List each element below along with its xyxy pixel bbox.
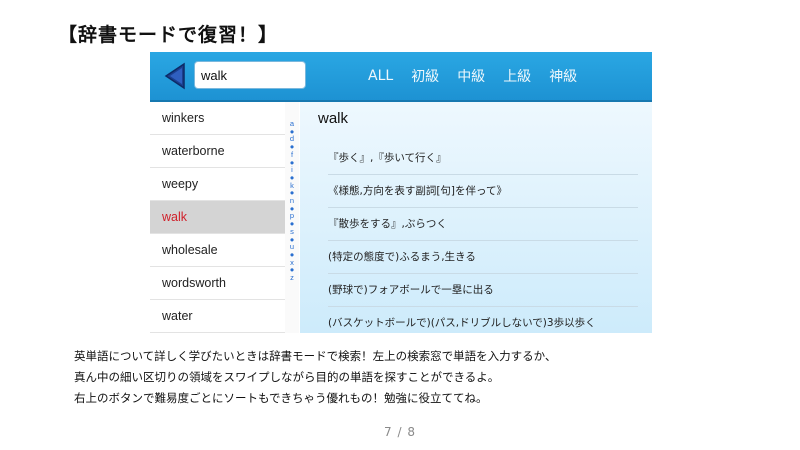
level-tabs: ALL 初級 中級 上級 神級 (368, 52, 577, 100)
word-list-item[interactable]: winkers (150, 102, 285, 135)
entry-title: walk (318, 110, 349, 127)
caption-line: 真ん中の細い区切りの領域をスワイプしながら目的の単語を探すことができるよ。 (74, 370, 500, 384)
back-button[interactable] (162, 62, 188, 90)
definition-item: (特定の態度で)ふるまう,生きる (328, 241, 638, 274)
definition-item: 『歩く』,『歩いて行く』 (328, 142, 638, 175)
word-list-item[interactable]: wholesale (150, 234, 285, 267)
definition-item: (バスケットボールで)(パス,ドリブルしないで)3歩以歩く (328, 307, 638, 333)
caption-line: 右上のボタンで難易度ごとにソートもできちゃう優れもの！勉強に役立ててね。 (74, 391, 488, 405)
back-arrow-icon (164, 62, 185, 90)
tab-beginner[interactable]: 初級 (411, 66, 439, 86)
top-bar: ALL 初級 中級 上級 神級 (150, 52, 652, 102)
dictionary-app-screenshot: ALL 初級 中級 上級 神級 winkers waterborne weepy… (150, 52, 652, 333)
word-list-item-selected[interactable]: walk (150, 201, 285, 234)
word-list-item[interactable]: weepy (150, 168, 285, 201)
alphabet-index-strip[interactable]: a ● d ● f ● i ● k ● n ● p ● s ● u ● x ● … (285, 102, 299, 333)
page-heading: 【辞書モードで復習！】 (58, 24, 279, 46)
search-input[interactable] (194, 61, 306, 89)
caption-line: 英単語について詳しく学びたいときは辞書モードで検索！左上の検索窓で単語を入力する… (74, 349, 557, 363)
definition-panel: walk 『歩く』,『歩いて行く』 《様態,方向を表す副詞[句]を伴って》 『散… (300, 102, 652, 333)
word-list: winkers waterborne weepy walk wholesale … (150, 102, 286, 333)
tab-advanced[interactable]: 上級 (503, 66, 531, 86)
page-number: 7 / 8 (384, 425, 416, 439)
definition-item: 『散歩をする』,ぶらつく (328, 208, 638, 241)
word-list-item[interactable]: wordsworth (150, 267, 285, 300)
tab-god-level[interactable]: 神級 (549, 66, 577, 86)
word-list-item[interactable]: water (150, 300, 285, 333)
caption-text: 英単語について詳しく学びたいときは辞書モードで検索！左上の検索窓で単語を入力する… (74, 346, 556, 409)
tab-all[interactable]: ALL (368, 68, 393, 84)
definition-item: 《様態,方向を表す副詞[句]を伴って》 (328, 175, 638, 208)
tab-intermediate[interactable]: 中級 (457, 66, 485, 86)
definition-list: 『歩く』,『歩いて行く』 《様態,方向を表す副詞[句]を伴って》 『散歩をする』… (328, 142, 638, 333)
alpha-index-item[interactable]: z (290, 274, 294, 282)
word-list-item[interactable]: waterborne (150, 135, 285, 168)
definition-item: (野球で)フォアボールで一塁に出る (328, 274, 638, 307)
